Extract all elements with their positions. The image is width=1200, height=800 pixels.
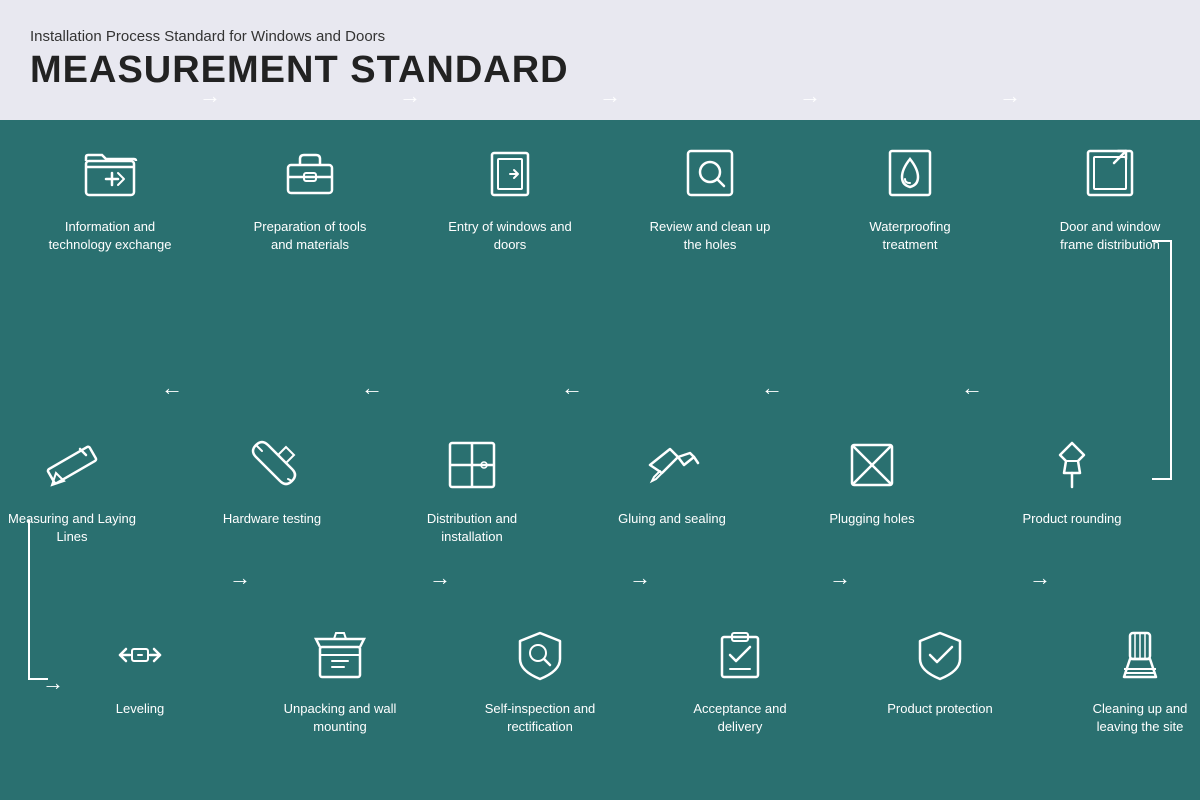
review-holes-icon <box>675 138 745 208</box>
plugging-icon <box>837 430 907 500</box>
step-self-inspect-label: Self-inspection and rectification <box>475 700 605 736</box>
protection-icon <box>905 620 975 690</box>
step-waterproofing-label: Waterproofing treatment <box>845 218 975 254</box>
step-cleanup-label: Cleaning up and leaving the site <box>1075 700 1200 736</box>
step-review-holes: Review and clean up the holes <box>630 138 790 254</box>
leveling-icon <box>105 620 175 690</box>
acceptance-icon <box>705 620 775 690</box>
step-unpacking: Unpacking and wall mounting <box>260 620 420 736</box>
step-distribution: Distribution and installation <box>392 430 552 546</box>
step-prep-tools: Preparation of tools and materials <box>230 138 390 254</box>
step-product-round: Product rounding <box>992 430 1152 528</box>
unpacking-icon <box>305 620 375 690</box>
row3: Leveling → Unpacking and wall mounting <box>0 620 1200 736</box>
step-info-tech-label: Information and technology exchange <box>45 218 175 254</box>
step-distribution-label: Distribution and installation <box>407 510 537 546</box>
distribution-icon <box>437 430 507 500</box>
step-acceptance: Acceptance and delivery <box>660 620 820 736</box>
step-waterproofing: Waterproofing treatment <box>830 138 990 254</box>
step-product-round-label: Product rounding <box>1022 510 1121 528</box>
row2: Product rounding ← Plugging holes ← <box>0 430 1200 546</box>
step-frame-dist: Door and window frame distribution <box>1030 138 1190 254</box>
gluing-icon <box>637 430 707 500</box>
step-unpacking-label: Unpacking and wall mounting <box>275 700 405 736</box>
prep-tools-icon <box>275 138 345 208</box>
step-plugging-label: Plugging holes <box>829 510 914 528</box>
step-info-tech: Information and technology exchange <box>30 138 190 254</box>
hardware-icon <box>237 430 307 500</box>
step-self-inspect: Self-inspection and rectification <box>460 620 620 736</box>
product-round-icon <box>1037 430 1107 500</box>
waterproofing-icon <box>875 138 945 208</box>
row1: Information and technology exchange → Pr… <box>0 138 1200 254</box>
step-leveling-label: Leveling <box>116 700 164 718</box>
step-review-holes-label: Review and clean up the holes <box>645 218 775 254</box>
step-hardware-label: Hardware testing <box>223 510 321 528</box>
step-gluing-label: Gluing and sealing <box>618 510 726 528</box>
step-measuring-label: Measuring and Laying Lines <box>7 510 137 546</box>
step-hardware: Hardware testing <box>192 430 352 528</box>
step-plugging: Plugging holes <box>792 430 952 528</box>
step-cleanup: Cleaning up and leaving the site <box>1060 620 1200 736</box>
step-gluing: Gluing and sealing <box>592 430 752 528</box>
cleanup-icon <box>1105 620 1175 690</box>
step-leveling: Leveling <box>60 620 220 718</box>
step-protection-label: Product protection <box>887 700 993 718</box>
header-subtitle: Installation Process Standard for Window… <box>30 28 1170 45</box>
main-diagram: Information and technology exchange → Pr… <box>0 120 1200 800</box>
step-entry-windows-label: Entry of windows and doors <box>445 218 575 254</box>
step-acceptance-label: Acceptance and delivery <box>675 700 805 736</box>
info-tech-icon <box>75 138 145 208</box>
step-prep-tools-label: Preparation of tools and materials <box>245 218 375 254</box>
self-inspect-icon <box>505 620 575 690</box>
step-measuring: Measuring and Laying Lines <box>0 430 152 546</box>
step-entry-windows: Entry of windows and doors <box>430 138 590 254</box>
measuring-icon <box>37 430 107 500</box>
entry-windows-icon <box>475 138 545 208</box>
frame-dist-icon <box>1075 138 1145 208</box>
step-protection: Product protection <box>860 620 1020 718</box>
